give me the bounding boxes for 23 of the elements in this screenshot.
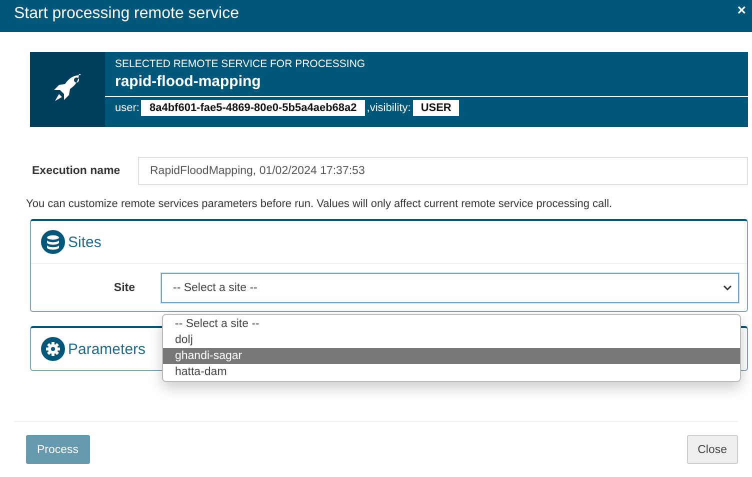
window-title: Start processing remote service xyxy=(14,5,239,23)
close-button[interactable]: × xyxy=(737,2,746,19)
user-id: 8a4bf601-fae5-4869-80e0-5b5a4aeb68a2 xyxy=(141,100,365,116)
visibility-value: USER xyxy=(412,100,460,116)
database-icon xyxy=(41,230,65,254)
visibility-label: ,visibility: xyxy=(366,102,411,114)
panel-title: Sites xyxy=(68,234,102,250)
site-select[interactable]: -- Select a site -- xyxy=(161,273,739,303)
panel-title: Parameters xyxy=(68,340,146,358)
dropdown-option[interactable]: ghandi-sagar xyxy=(163,348,740,364)
dropdown-option[interactable]: -- Select a site -- xyxy=(163,316,740,332)
service-name: rapid-flood-mapping xyxy=(115,73,262,90)
dropdown-option[interactable]: hatta-dam xyxy=(163,364,740,380)
card-caption: SELECTED REMOTE SERVICE FOR PROCESSING xyxy=(115,58,366,70)
dropdown-option[interactable]: dolj xyxy=(163,332,740,348)
field-label: Execution name xyxy=(32,165,122,177)
execution-name-field[interactable]: RapidFloodMapping, 01/02/2024 17:37:53 xyxy=(138,157,748,185)
field-label: Site xyxy=(112,282,136,294)
hint-text: You can customize remote services parameters before run. Values will only affect current remote service processing call. xyxy=(26,198,614,210)
chevron-icon xyxy=(723,285,732,291)
user-label: user: xyxy=(115,102,140,114)
close-button[interactable]: Close xyxy=(686,435,738,464)
gear-icon xyxy=(41,337,65,361)
